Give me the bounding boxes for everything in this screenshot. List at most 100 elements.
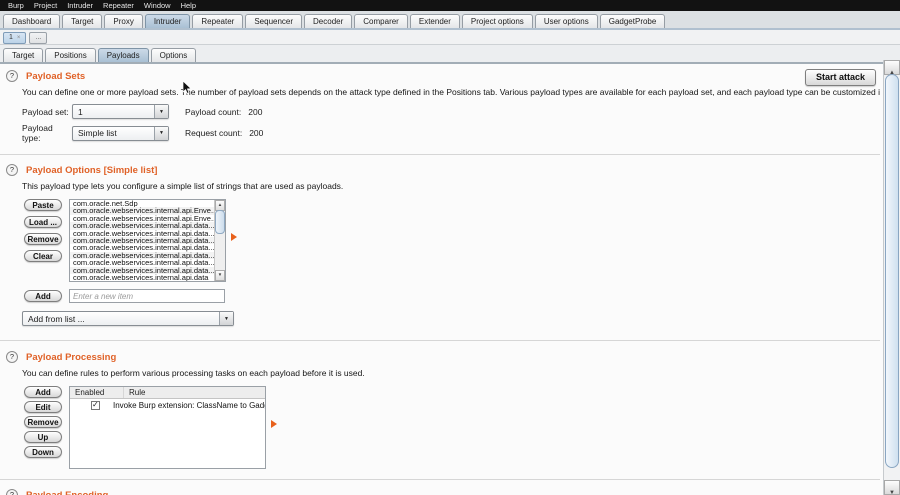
attack-tab-label: 1 <box>9 34 13 41</box>
load-button[interactable]: Load ... <box>24 216 62 228</box>
remove-button[interactable]: Remove <box>24 233 62 245</box>
tab-intruder[interactable]: Intruder <box>145 14 191 28</box>
resize-marker-icon <box>231 233 237 241</box>
payload-type-label: Payload type: <box>22 123 72 143</box>
section-title: Payload Encoding <box>26 490 108 495</box>
new-item-input[interactable] <box>69 289 225 303</box>
remove-rule-button[interactable]: Remove <box>24 416 62 428</box>
resize-marker-icon <box>271 420 277 428</box>
clear-button[interactable]: Clear <box>24 250 62 262</box>
add-from-list-dropdown[interactable]: Add from list ... <box>22 311 234 326</box>
payload-list[interactable]: com.oracle.net.Sdp com.oracle.webservice… <box>69 199 226 282</box>
main-tabbar: Dashboard Target Proxy Intruder Repeater… <box>0 11 900 30</box>
vertical-scrollbar[interactable] <box>883 60 900 495</box>
tab-sequencer[interactable]: Sequencer <box>245 14 302 28</box>
help-icon[interactable]: ? <box>6 164 18 176</box>
payload-list-buttons: Paste Load ... Remove Clear <box>24 199 62 267</box>
list-item[interactable]: com.oracle.webservices.internal.api.data… <box>70 230 215 237</box>
tab-proxy[interactable]: Proxy <box>104 14 142 28</box>
help-icon[interactable]: ? <box>6 70 18 82</box>
menu-repeater[interactable]: Repeater <box>98 0 139 11</box>
tab-gadgetprobe[interactable]: GadgetProbe <box>600 14 666 28</box>
request-count-label: Request count: <box>185 128 242 138</box>
payload-processing-description: You can define rules to perform various … <box>22 368 880 378</box>
list-item[interactable]: com.oracle.webservices.internal.api.data <box>70 274 215 281</box>
chevron-down-icon[interactable] <box>154 105 168 118</box>
mouse-cursor <box>183 81 192 94</box>
tab-attack-more[interactable]: ... <box>29 32 47 44</box>
subtab-positions[interactable]: Positions <box>45 48 95 62</box>
payload-set-dropdown[interactable]: 1 <box>72 104 169 119</box>
payload-set-label: Payload set: <box>22 107 72 117</box>
processing-rules-area: Add Edit Remove Up Down Enabled Rule Inv… <box>24 386 900 469</box>
menu-burp[interactable]: Burp <box>3 0 29 11</box>
list-scrollbar[interactable] <box>214 200 225 281</box>
list-item[interactable]: com.oracle.webservices.internal.api.data… <box>70 244 215 251</box>
up-button[interactable]: Up <box>24 431 62 443</box>
payload-type-dropdown[interactable]: Simple list <box>72 126 169 141</box>
list-item[interactable]: com.oracle.webservices.internal.api.data… <box>70 222 215 229</box>
scrollbar-thumb[interactable] <box>215 210 225 234</box>
payload-type-value: Simple list <box>78 128 117 138</box>
payload-sets-description: You can define one or more payload sets.… <box>22 87 880 97</box>
payload-type-row: Payload type: Simple list Request count:… <box>22 123 900 143</box>
list-item[interactable]: com.oracle.webservices.internal.api.data… <box>70 267 215 274</box>
processing-rules-table[interactable]: Enabled Rule Invoke Burp extension: Clas… <box>69 386 266 469</box>
payload-count-value: 200 <box>248 107 262 117</box>
tab-decoder[interactable]: Decoder <box>304 14 352 28</box>
down-button[interactable]: Down <box>24 446 62 458</box>
subtab-payloads[interactable]: Payloads <box>98 48 149 62</box>
list-item[interactable]: com.oracle.net.Sdp <box>70 200 215 207</box>
subtab-target[interactable]: Target <box>3 48 43 62</box>
add-from-list-label: Add from list ... <box>28 314 85 324</box>
enabled-checkbox[interactable] <box>91 401 100 410</box>
table-row[interactable]: Invoke Burp extension: ClassName to Gadg… <box>70 399 265 411</box>
payload-set-value: 1 <box>78 107 83 117</box>
tab-comparer[interactable]: Comparer <box>354 14 408 28</box>
scroll-up-icon[interactable] <box>884 60 900 75</box>
section-divider <box>0 340 880 341</box>
menu-intruder[interactable]: Intruder <box>62 0 98 11</box>
scroll-down-icon[interactable] <box>215 270 225 281</box>
help-icon[interactable]: ? <box>6 489 18 495</box>
intruder-subtabbar: Target Positions Payloads Options <box>0 45 900 64</box>
menu-help[interactable]: Help <box>176 0 201 11</box>
start-attack-button[interactable]: Start attack <box>805 69 876 86</box>
payload-options-description: This payload type lets you configure a s… <box>22 181 880 191</box>
payloads-panel: Start attack ? Payload Sets You can defi… <box>0 64 900 495</box>
list-item[interactable]: com.oracle.webservices.internal.api.data… <box>70 237 215 244</box>
scroll-down-icon[interactable] <box>884 480 900 495</box>
list-item[interactable]: com.oracle.webservices.internal.api.data… <box>70 259 215 266</box>
payload-options-header: ? Payload Options [Simple list] <box>6 164 900 176</box>
menubar: Burp Project Intruder Repeater Window He… <box>0 0 900 11</box>
subtab-options[interactable]: Options <box>151 48 197 62</box>
payload-list-items: com.oracle.net.Sdp com.oracle.webservice… <box>70 200 215 281</box>
help-icon[interactable]: ? <box>6 351 18 363</box>
chevron-down-icon[interactable] <box>219 312 233 325</box>
add-button[interactable]: Add <box>24 290 62 302</box>
chevron-down-icon[interactable] <box>154 127 168 140</box>
enabled-column-header[interactable]: Enabled <box>70 387 124 398</box>
tab-target[interactable]: Target <box>62 14 102 28</box>
table-header: Enabled Rule <box>70 387 265 399</box>
section-divider <box>0 154 880 155</box>
payload-encoding-header: ? Payload Encoding <box>6 489 900 495</box>
tab-dashboard[interactable]: Dashboard <box>3 14 60 28</box>
tab-repeater[interactable]: Repeater <box>192 14 243 28</box>
payload-sets-header: ? Payload Sets <box>6 70 900 82</box>
tab-extender[interactable]: Extender <box>410 14 460 28</box>
paste-button[interactable]: Paste <box>24 199 62 211</box>
tab-attack-1[interactable]: 1× <box>3 32 26 44</box>
menu-window[interactable]: Window <box>139 0 176 11</box>
menu-project[interactable]: Project <box>29 0 62 11</box>
list-item[interactable]: com.oracle.webservices.internal.api.data… <box>70 252 215 259</box>
tab-project-options[interactable]: Project options <box>462 14 533 28</box>
list-item[interactable]: com.oracle.webservices.internal.api.Enve… <box>70 207 215 214</box>
rule-column-header[interactable]: Rule <box>124 387 145 398</box>
list-item[interactable]: com.oracle.webservices.internal.api.Enve… <box>70 215 215 222</box>
add-rule-button[interactable]: Add <box>24 386 62 398</box>
tab-user-options[interactable]: User options <box>535 14 598 28</box>
edit-rule-button[interactable]: Edit <box>24 401 62 413</box>
close-icon[interactable]: × <box>17 35 21 41</box>
scrollbar-thumb[interactable] <box>885 74 899 468</box>
